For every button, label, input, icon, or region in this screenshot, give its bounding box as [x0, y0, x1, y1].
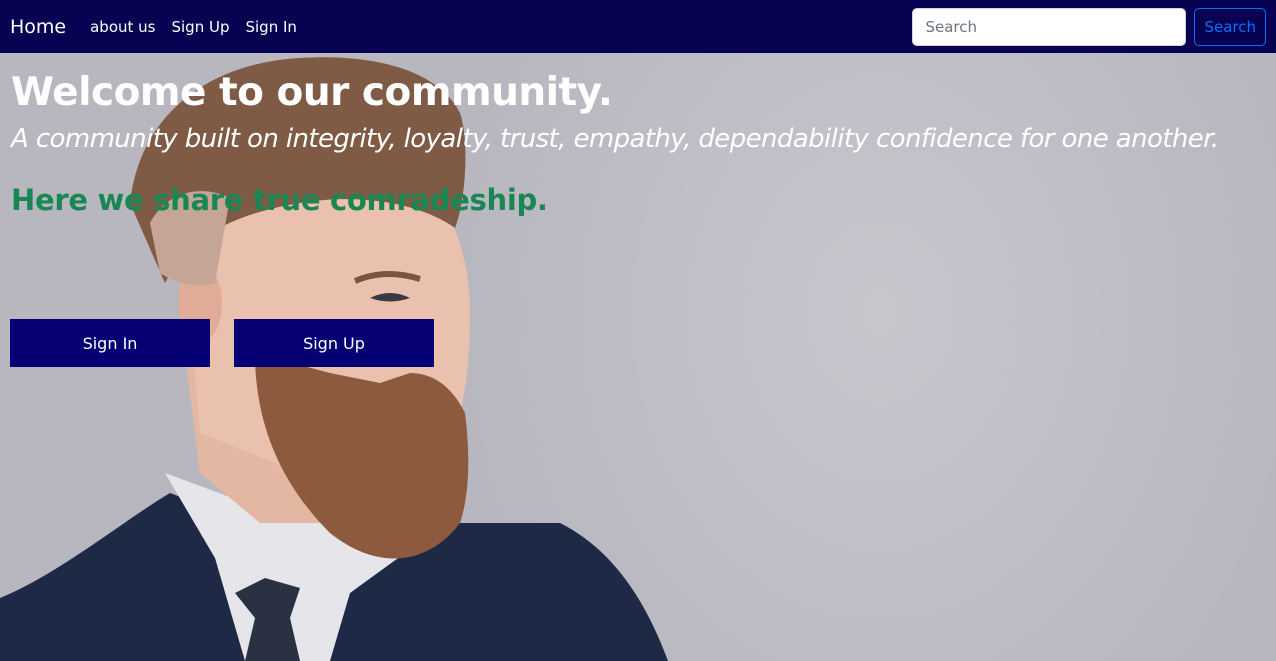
- hero-section: Welcome to our community. A community bu…: [0, 53, 1276, 661]
- sign-up-button[interactable]: Sign Up: [234, 319, 434, 367]
- search-button[interactable]: Search: [1194, 7, 1266, 46]
- nav-sign-up-link[interactable]: Sign Up: [171, 18, 229, 36]
- nav-sign-in-link[interactable]: Sign In: [245, 18, 296, 36]
- search-input[interactable]: [912, 7, 1187, 46]
- sign-in-button[interactable]: Sign In: [10, 319, 210, 367]
- hero-subtitle: A community built on integrity, loyalty,…: [11, 124, 1219, 154]
- nav-about-us-link[interactable]: about us: [90, 18, 155, 36]
- hero-title: Welcome to our community.: [11, 70, 613, 115]
- hero-tagline: Here we share true comradeship.: [11, 183, 548, 217]
- top-navbar: Home about us Sign Up Sign In Search: [0, 0, 1276, 53]
- nav-home-link[interactable]: Home: [10, 16, 66, 38]
